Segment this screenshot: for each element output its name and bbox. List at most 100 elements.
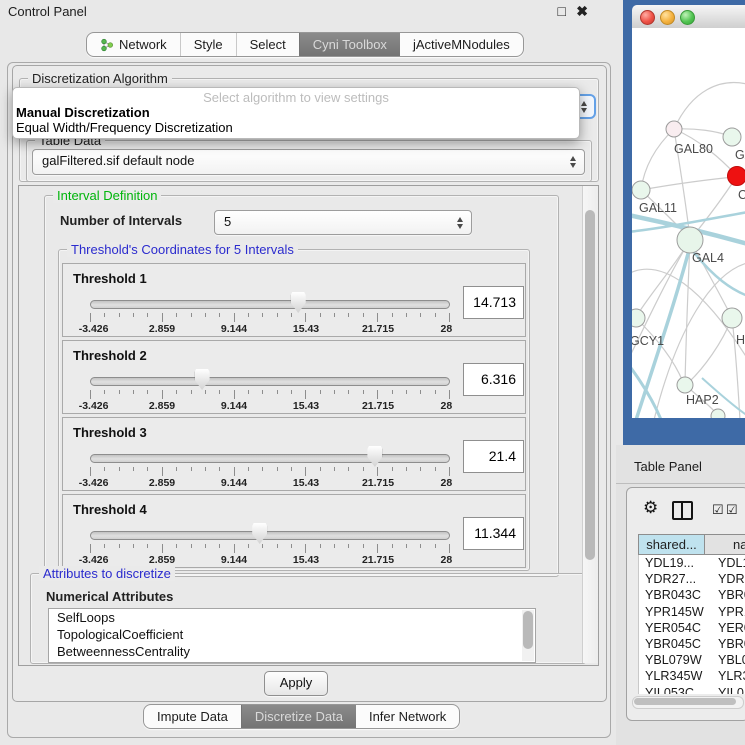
scrollbar-thumb[interactable] (523, 611, 533, 649)
threshold-value-field[interactable]: 21.4 (463, 440, 524, 473)
network-node[interactable] (632, 309, 645, 327)
network-node-label: GCY1 (632, 334, 664, 348)
network-node[interactable] (711, 409, 725, 418)
tab-discretize-data[interactable]: Discretize Data (241, 705, 356, 728)
table-row[interactable]: YBR045CYBR0 (639, 636, 745, 652)
list-scrollbar[interactable] (522, 610, 534, 661)
table-data-combobox[interactable]: galFiltered.sif default node (32, 149, 585, 175)
network-node[interactable] (723, 128, 741, 146)
settings-scrollpane: Interval Definition Number of Intervals … (18, 185, 599, 666)
threshold-1-slider[interactable]: -3.426 2.859 9.144 15.43 21.715 28 (90, 292, 450, 334)
network-node-label: H (736, 333, 745, 347)
algorithm-dropdown-popup: Select algorithm to view settings Manual… (12, 87, 580, 139)
threshold-label: Threshold 4 (73, 502, 147, 517)
dropdown-option-manual-discretization[interactable]: Manual Discretization (16, 105, 150, 120)
number-of-intervals-combobox[interactable]: 5 (214, 210, 472, 235)
columns-icon[interactable] (672, 501, 693, 520)
close-light-icon[interactable] (640, 10, 655, 25)
checkbox-icon[interactable]: ☑ (712, 502, 724, 518)
settings-scrollbar[interactable] (582, 186, 598, 663)
network-graph: GAL80 GA C GAL11 GAL4 GCY1 H HAP2 (632, 28, 745, 418)
tab-infer-network[interactable]: Infer Network (356, 705, 459, 728)
table-row[interactable]: YLR345WYLR3 (639, 668, 745, 684)
network-node[interactable] (722, 308, 742, 328)
threshold-value-field[interactable]: 14.713 (463, 286, 524, 319)
control-panel-window: Control Panel □ ✖ Network Style Select C… (0, 0, 618, 745)
float-window-icon[interactable]: □ (558, 3, 566, 19)
slider-track[interactable] (90, 377, 450, 386)
numerical-attributes-label: Numerical Attributes (46, 589, 173, 604)
threshold-value-field[interactable]: 6.316 (463, 363, 524, 396)
slider-handle[interactable] (195, 369, 210, 390)
checkbox-icon[interactable]: ☑ (726, 502, 738, 518)
threshold-2-slider[interactable]: -3.426 2.859 9.144 15.43 21.715 28 (90, 369, 450, 411)
threshold-3-slider[interactable]: -3.426 2.859 9.144 15.43 21.715 28 (90, 446, 450, 488)
table-row[interactable]: YPR145WYPR1 (639, 604, 745, 620)
list-item[interactable]: BetweennessCentrality (49, 643, 535, 660)
slider-track[interactable] (90, 300, 450, 309)
tab-impute-data[interactable]: Impute Data (144, 705, 241, 728)
slider-tick-labels: -3.426 2.859 9.144 15.43 21.715 28 (90, 323, 450, 334)
list-item[interactable]: SelfLoops (49, 609, 535, 626)
slider-ticks (90, 390, 450, 399)
group-title: Interval Definition (53, 188, 161, 203)
zoom-light-icon[interactable] (680, 10, 695, 25)
scrollbar-thumb[interactable] (634, 698, 736, 705)
cyni-bottom-tabbar: Impute Data Discretize Data Infer Networ… (143, 704, 460, 729)
network-node[interactable] (632, 181, 650, 199)
network-window-titlebar[interactable] (632, 5, 745, 29)
combobox-value: 5 (224, 211, 451, 233)
table-row[interactable]: YDL19...YDL1 (639, 555, 745, 571)
table-row[interactable]: YBR043CYBR0 (639, 587, 745, 603)
screen: Control Panel □ ✖ Network Style Select C… (0, 0, 745, 745)
dropdown-option-equal-width-frequency[interactable]: Equal Width/Frequency Discretization (16, 120, 233, 135)
divider (616, 483, 745, 484)
network-node-label: C (738, 188, 745, 202)
table-row[interactable]: YBL079WYBL0 (639, 652, 745, 668)
dropdown-hint: Select algorithm to view settings (13, 90, 579, 105)
table-row[interactable]: YER054CYER0 (639, 620, 745, 636)
network-node[interactable] (677, 227, 703, 253)
network-view-window: GAL80 GA C GAL11 GAL4 GCY1 H HAP2 (623, 0, 745, 445)
network-node[interactable] (677, 377, 693, 393)
network-node-label: GAL11 (639, 201, 677, 215)
network-node[interactable] (666, 121, 682, 137)
threshold-label: Threshold 1 (73, 271, 147, 286)
slider-handle[interactable] (252, 523, 267, 544)
tab-cyni-toolbox[interactable]: Cyni Toolbox (299, 33, 400, 56)
tab-network[interactable]: Network (87, 33, 180, 56)
tab-label: Network (119, 37, 167, 52)
list-item[interactable]: TopologicalCoefficient (49, 626, 535, 643)
control-panel-titlebar: Control Panel □ ✖ (0, 0, 618, 24)
slider-tick-labels: -3.426 2.859 9.144 15.43 21.715 28 (90, 554, 450, 565)
apply-button[interactable]: Apply (264, 671, 328, 696)
tab-style[interactable]: Style (180, 33, 236, 56)
table-row[interactable]: YIL053CYIL0 (639, 685, 745, 695)
threshold-value-field[interactable]: 11.344 (463, 517, 524, 550)
tab-jactivemnodules[interactable]: jActiveMNodules (400, 33, 523, 56)
settings-icon[interactable]: ⚙ (643, 498, 658, 518)
tab-select[interactable]: Select (236, 33, 299, 56)
slider-track[interactable] (90, 454, 450, 463)
table-panel-title: Table Panel (634, 459, 702, 474)
minimize-light-icon[interactable] (660, 10, 675, 25)
column-header-name[interactable]: na (705, 534, 745, 555)
table-row[interactable]: YDR27...YDR2 (639, 571, 745, 587)
stepper-arrows-icon (579, 100, 590, 114)
group-title: Threshold's Coordinates for 5 Intervals (67, 242, 298, 257)
slider-track[interactable] (90, 531, 450, 540)
combobox-value: galFiltered.sif default node (42, 150, 564, 172)
numerical-attributes-list[interactable]: SelfLoops TopologicalCoefficient Between… (48, 608, 536, 663)
close-icon[interactable]: ✖ (576, 3, 588, 20)
slider-handle[interactable] (367, 446, 382, 467)
slider-handle[interactable] (291, 292, 306, 313)
node-table-panel: ⚙ ☑ ☑ shared... na YDL19...YDL1 YDR27...… (626, 487, 745, 721)
column-header-shared-name[interactable]: shared... (638, 534, 705, 555)
network-node-selected[interactable] (728, 167, 745, 186)
scrollbar-thumb[interactable] (585, 210, 595, 560)
network-canvas[interactable]: GAL80 GA C GAL11 GAL4 GCY1 H HAP2 (632, 28, 745, 418)
table-body[interactable]: YDL19...YDL1 YDR27...YDR2 YBR043CYBR0 YP… (638, 555, 745, 694)
threshold-4-slider[interactable]: -3.426 2.859 9.144 15.43 21.715 28 (90, 523, 450, 565)
table-horizontal-scrollbar[interactable] (632, 696, 744, 709)
panel-title: Control Panel (8, 4, 87, 19)
